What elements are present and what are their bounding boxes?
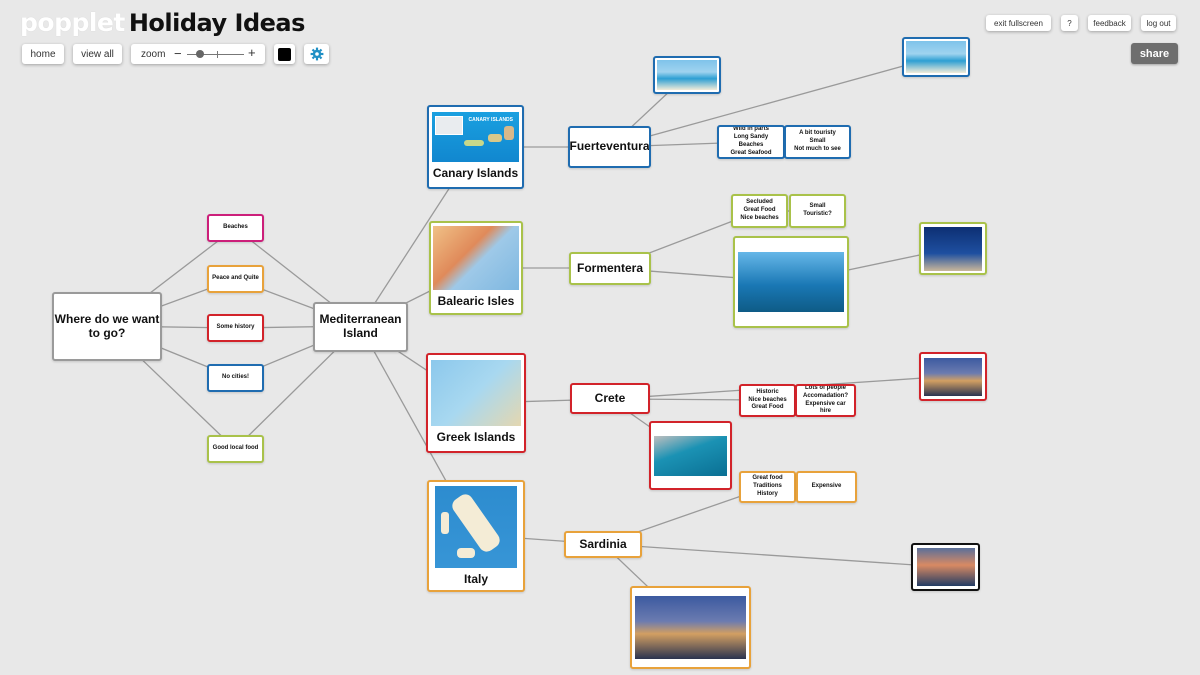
popple-balearic-isles[interactable]: Balearic Isles: [429, 221, 523, 315]
popple-crete[interactable]: Crete: [570, 383, 650, 414]
popple-label: Mediterranean Island: [319, 312, 402, 340]
popple-label: Expensive: [811, 483, 842, 490]
home-button[interactable]: home: [22, 44, 64, 64]
help-button[interactable]: ?: [1061, 15, 1078, 31]
cliff-town-photo: [916, 548, 975, 586]
popple-fuerteventura[interactable]: Fuerteventura: [568, 126, 651, 168]
settings-button[interactable]: [304, 44, 329, 64]
popple-formentera-cons[interactable]: Small Touristic?: [789, 194, 846, 228]
popple-sardinia-harbour-photo[interactable]: [630, 586, 751, 669]
popple-sardinia-cliff-photo[interactable]: [911, 543, 980, 591]
popple-label: Secluded Great Food Nice beaches: [740, 199, 779, 221]
popple-beaches[interactable]: Beaches: [207, 214, 264, 242]
popple-label: Crete: [594, 390, 626, 405]
canary-islands-map-image: CANARY ISLANDS: [432, 112, 519, 162]
harbour-photo: [635, 596, 746, 659]
zoom-label: zoom: [141, 49, 166, 60]
popple-crete-cove-photo[interactable]: [649, 421, 732, 490]
popple-sardinia-pros[interactable]: Great food Traditions History: [739, 471, 796, 503]
balearic-isles-map-image: [433, 226, 519, 290]
popple-label: Where do we want to go?: [54, 311, 160, 340]
popple-greek-islands[interactable]: Greek Islands: [426, 353, 526, 453]
popple-formentera[interactable]: Formentera: [569, 252, 651, 285]
popple-fuerteventura-cons[interactable]: A bit touristy Small Not much to see: [784, 125, 851, 159]
zoom-out-button[interactable]: −: [174, 46, 182, 61]
map-title: CANARY ISLANDS: [468, 117, 513, 123]
share-button[interactable]: share: [1131, 43, 1178, 64]
popple-label: Canary Islands: [432, 166, 519, 180]
board-title[interactable]: Holiday Ideas: [129, 9, 306, 37]
popple-label: Historic Nice beaches Great Food: [748, 388, 787, 411]
popple-fuerteventura-beach-photo[interactable]: [653, 56, 721, 94]
popple-label: Great food Traditions History: [752, 475, 783, 497]
popple-label: Balearic Isles: [437, 294, 515, 308]
popple-label: Italy: [463, 572, 488, 586]
popplet-logo: popplet: [20, 8, 125, 37]
popple-peace-and-quite[interactable]: Peace and Quite: [207, 265, 264, 293]
zoom-slider-handle[interactable]: [195, 50, 204, 58]
color-swatch: [278, 47, 291, 61]
popple-label: Some history: [216, 324, 255, 331]
popple-italy[interactable]: Italy: [427, 480, 525, 592]
popple-root[interactable]: Where do we want to go?: [52, 292, 162, 361]
popple-label: Sardinia: [579, 536, 627, 551]
zoom-in-button[interactable]: +: [248, 45, 256, 60]
popple-label: Fuerteventura: [569, 139, 650, 154]
popple-no-cities[interactable]: No cities!: [207, 364, 264, 392]
popple-good-local-food[interactable]: Good local food: [207, 435, 264, 463]
popple-crete-pros[interactable]: Historic Nice beaches Great Food: [739, 384, 796, 417]
view-all-button[interactable]: view all: [73, 44, 122, 64]
popple-label: A bit touristy Small Not much to see: [794, 130, 841, 152]
popple-canary-islands[interactable]: CANARY ISLANDS Canary Islands: [427, 105, 524, 189]
exit-fullscreen-button[interactable]: exit fullscreen: [986, 15, 1051, 31]
popple-formentera-lighthouse-photo[interactable]: [919, 222, 987, 275]
popple-label: Wild in parts Long Sandy Beaches Great S…: [730, 126, 772, 156]
popple-sardinia-cons[interactable]: Expensive: [796, 471, 857, 503]
beach-photo: [657, 60, 717, 90]
zoom-control: zoom − +: [131, 44, 265, 64]
sea-photo: [738, 252, 844, 312]
popple-label: Beaches: [223, 224, 248, 231]
popple-formentera-sea-photo[interactable]: [733, 236, 849, 328]
coast-photo: [906, 41, 966, 73]
popple-fuerteventura-pros[interactable]: Wild in parts Long Sandy Beaches Great S…: [717, 125, 785, 159]
greek-islands-map-image: [431, 360, 521, 426]
connection-lines: [106, 56, 954, 628]
zoom-slider-tick: [217, 51, 218, 58]
popple-fuerteventura-coast-photo[interactable]: [902, 37, 970, 77]
lighthouse-photo: [924, 226, 982, 271]
popple-sardinia[interactable]: Sardinia: [564, 531, 642, 558]
town-photo: [924, 357, 982, 396]
popple-some-history[interactable]: Some history: [207, 314, 264, 342]
popple-mediterranean-island[interactable]: Mediterranean Island: [313, 302, 408, 352]
app-brand: popplet Holiday Ideas: [20, 8, 305, 44]
italy-map-image: [435, 486, 517, 568]
popple-label: No cities!: [221, 374, 249, 381]
color-picker-button[interactable]: [274, 44, 295, 64]
popple-crete-town-photo[interactable]: [919, 352, 987, 401]
popple-label: Good local food: [212, 445, 259, 452]
popple-formentera-pros[interactable]: Secluded Great Food Nice beaches: [731, 194, 788, 228]
logout-button[interactable]: log out: [1141, 15, 1176, 31]
popple-crete-cons[interactable]: Lots of people Accomadation? Expensive c…: [795, 384, 856, 417]
popple-label: Peace and Quite: [212, 275, 259, 282]
popple-label: Formentera: [576, 260, 644, 275]
popple-label: Small Touristic?: [803, 203, 832, 217]
cove-photo: [654, 435, 727, 476]
popple-label: Greek Islands: [436, 430, 516, 444]
gear-icon: [310, 47, 323, 61]
feedback-button[interactable]: feedback: [1088, 15, 1131, 31]
popple-label: Lots of people Accomadation? Expensive c…: [802, 384, 848, 415]
